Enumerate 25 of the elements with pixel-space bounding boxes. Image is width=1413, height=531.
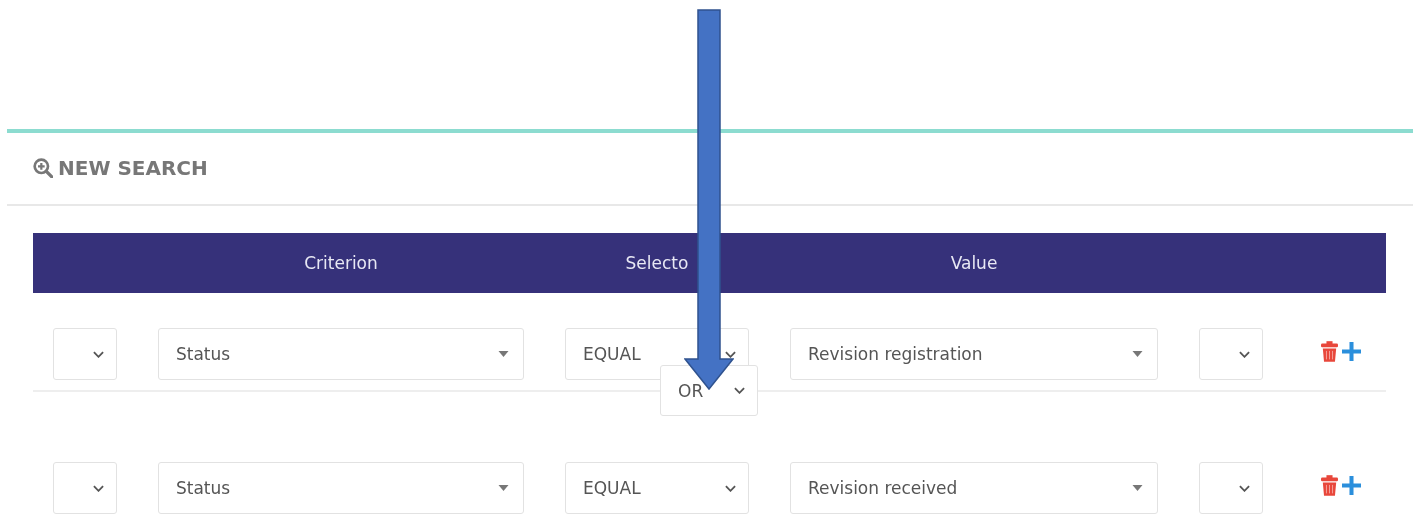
chevron-icon [93, 484, 104, 492]
dropdown[interactable]: EQUAL [565, 462, 749, 514]
column-header: Selecto [624, 253, 690, 273]
caret-icon [1132, 485, 1143, 491]
section-title: NEW SEARCH [58, 155, 208, 181]
caret-icon [498, 351, 509, 357]
caret-icon [498, 485, 509, 491]
column-header: Value [949, 253, 999, 273]
zoom-in-icon [33, 158, 53, 178]
chevron-icon [1239, 484, 1250, 492]
chevron-icon [93, 350, 104, 358]
add-icon[interactable] [1342, 476, 1361, 495]
chevron-icon [725, 350, 736, 358]
chevron-icon [725, 484, 736, 492]
column-header: Criterion [303, 253, 379, 273]
delete-icon[interactable] [1321, 475, 1338, 496]
chevron-icon [1239, 350, 1250, 358]
dropdown[interactable]: Status [158, 328, 524, 380]
dropdown[interactable]: Revision received [790, 462, 1158, 514]
delete-icon[interactable] [1321, 341, 1338, 362]
chevron-icon [734, 387, 745, 394]
dropdown[interactable]: Revision registration [790, 328, 1158, 380]
add-icon[interactable] [1342, 342, 1361, 361]
dropdown[interactable]: Status [158, 462, 524, 514]
caret-icon [1132, 351, 1143, 357]
